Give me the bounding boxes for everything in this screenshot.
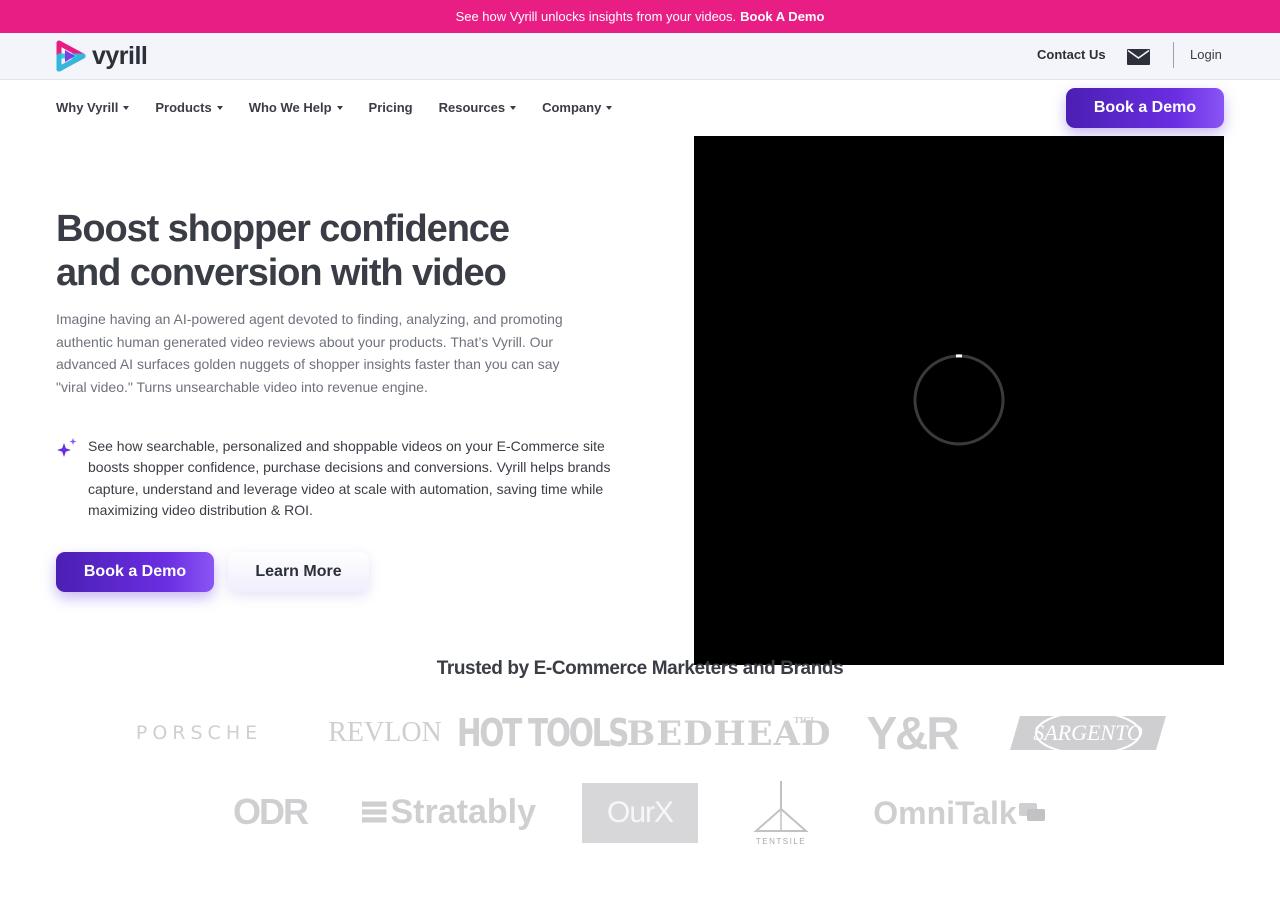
hot-tools-logo: HOT TOOLS xyxy=(456,711,630,755)
bedhead-logo: BEDHEAD TIGI xyxy=(626,713,830,755)
vyrill-logo[interactable]: vyrill xyxy=(56,40,148,72)
nav-why-vyrill[interactable]: Why Vyrill xyxy=(56,99,130,115)
caret-down-icon xyxy=(336,106,343,110)
nav-pricing[interactable]: Pricing xyxy=(369,100,413,115)
top-bar: vyrill Contact Us Login xyxy=(0,33,1280,80)
porsche-logo: PORSCHE xyxy=(135,722,263,744)
chat-bubble-icon xyxy=(1018,803,1045,821)
nav-company[interactable]: Company xyxy=(542,99,613,115)
nav-label: Pricing xyxy=(368,99,413,115)
caret-down-icon xyxy=(123,106,130,110)
nav-label: Company xyxy=(542,99,602,115)
learn-more-button[interactable]: Learn More xyxy=(228,552,369,592)
contact-us-link[interactable]: Contact Us xyxy=(1037,47,1106,62)
caret-down-icon xyxy=(510,106,517,110)
mail-icon[interactable] xyxy=(1127,49,1150,65)
topbar-divider xyxy=(1173,42,1174,68)
omnitalk-logo: OmniTalk xyxy=(870,794,1048,832)
hero-book-demo-button[interactable]: Book a Demo xyxy=(56,552,214,592)
nav-label: Why Vyrill xyxy=(56,99,119,115)
nav-products[interactable]: Products xyxy=(155,99,223,115)
bedhead-tigi-mark: TIGI xyxy=(793,715,814,725)
announcement-text: See how Vyrill unlocks insights from you… xyxy=(455,9,737,24)
hero-feature-text: See how searchable, personalized and sho… xyxy=(88,438,611,518)
sargento-logo: SARGENTO xyxy=(1006,708,1170,758)
nav-resources[interactable]: Resources xyxy=(438,99,517,115)
sparkle-icon xyxy=(57,438,77,457)
revlon-logo: REVLON xyxy=(328,717,442,748)
loading-spinner-icon xyxy=(913,354,1005,446)
login-link[interactable]: Login xyxy=(1190,47,1222,62)
tentsile-wordmark: TENTSILE xyxy=(755,836,807,846)
vyrill-logo-icon xyxy=(56,40,86,72)
nav-label: Who We Help xyxy=(248,99,332,115)
announcement-book-demo-link[interactable]: Book A Demo xyxy=(740,9,824,24)
nav-label: Products xyxy=(155,99,212,115)
stratably-stack-icon xyxy=(362,801,387,823)
caret-down-icon xyxy=(216,106,223,110)
ourx-logo: OurX xyxy=(582,783,698,843)
trusted-heading: Trusted by E-Commerce Marketers and Bran… xyxy=(436,658,844,679)
nav-label: Resources xyxy=(438,99,506,115)
announcement-bar: See how Vyrill unlocks insights from you… xyxy=(0,0,1280,33)
hero-description: Imagine having an AI-powered agent devot… xyxy=(56,311,563,395)
young-rubicam-logo: Y&R xyxy=(866,707,959,759)
nav-who-we-help[interactable]: Who We Help xyxy=(249,100,343,115)
hero-title: Boost shopper confidence and conversion … xyxy=(56,208,510,294)
stratably-logo: Stratably xyxy=(362,792,536,832)
tentsile-logo: TENTSILE xyxy=(748,776,814,848)
odr-logo: ODR xyxy=(233,791,309,832)
caret-down-icon xyxy=(606,106,613,110)
stratably-wordmark: Stratably xyxy=(390,792,537,831)
tentsile-tent-icon xyxy=(753,780,809,832)
main-nav: Why Vyrill Products Who We Help Pricing … xyxy=(56,98,613,116)
omnitalk-wordmark: OmniTalk xyxy=(873,794,1017,831)
nav-book-demo-button[interactable]: Book a Demo xyxy=(1066,88,1224,128)
logo-wordmark: vyrill xyxy=(92,41,148,70)
hero-video-player[interactable] xyxy=(694,136,1224,665)
sargento-wordmark: SARGENTO xyxy=(1033,720,1143,745)
